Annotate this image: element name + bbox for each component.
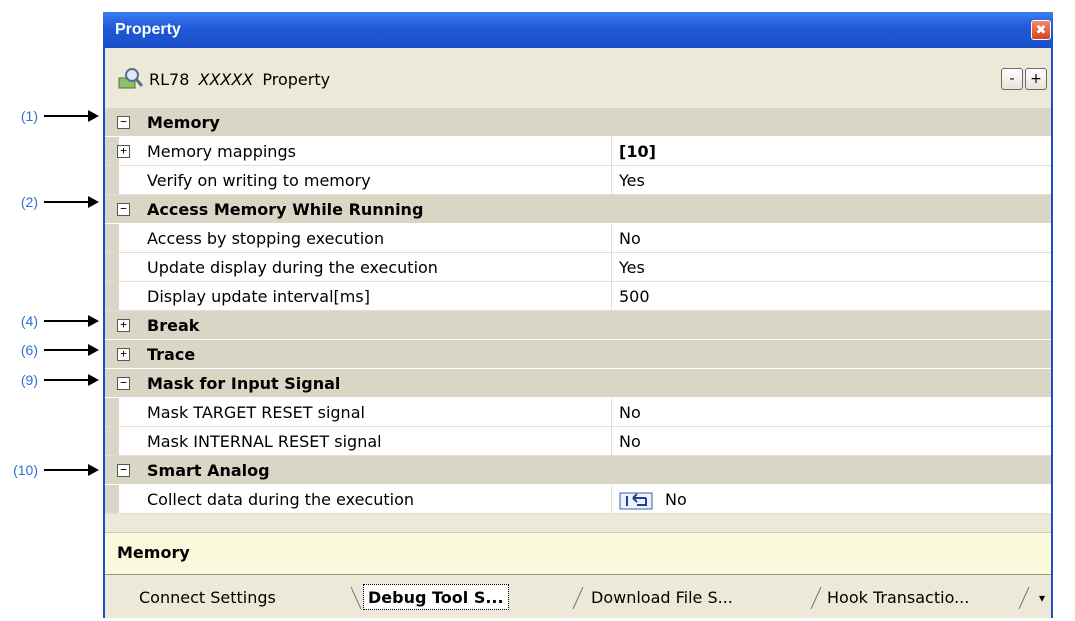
property-value[interactable]: No xyxy=(619,432,641,451)
expand-icon[interactable]: + xyxy=(117,348,130,361)
expand-icon[interactable]: + xyxy=(117,319,130,332)
collapse-icon[interactable]: − xyxy=(117,377,130,390)
callout-label: (2) xyxy=(20,194,38,210)
callout-arrow xyxy=(44,315,99,327)
category-break[interactable]: + Break xyxy=(105,311,1051,340)
property-row[interactable]: Mask INTERNAL RESET signal No xyxy=(105,427,1051,456)
category-smart-analog[interactable]: − Smart Analog xyxy=(105,456,1051,485)
category-label: Mask for Input Signal xyxy=(147,374,341,393)
callout-arrow xyxy=(44,344,99,356)
callout-arrow xyxy=(44,374,99,386)
property-row[interactable]: Verify on writing to memory Yes xyxy=(105,166,1051,195)
plus-icon: + xyxy=(1030,71,1042,87)
tab-list-dropdown-icon[interactable]: ▾ xyxy=(1039,591,1045,605)
device-name: RL78 xyxy=(149,70,190,89)
property-value[interactable]: No xyxy=(619,490,687,510)
property-row[interactable]: Update display during the execution Yes xyxy=(105,253,1051,282)
property-value[interactable]: [10] xyxy=(619,142,656,161)
property-name: Display update interval[ms] xyxy=(147,287,370,306)
minus-icon: - xyxy=(1009,71,1015,87)
category-label: Break xyxy=(147,316,200,335)
callout-arrow xyxy=(44,196,99,208)
description-title: Memory xyxy=(117,543,190,562)
device-placeholder: XXXXX xyxy=(198,70,254,89)
reset-default-icon[interactable] xyxy=(619,492,653,510)
property-subject: RL78 XXXXX Property xyxy=(149,70,330,89)
callout-4: (4) xyxy=(0,311,100,331)
property-value[interactable]: Yes xyxy=(619,258,645,277)
close-icon: ✖ xyxy=(1035,22,1047,38)
property-name: Collect data during the execution xyxy=(147,490,414,509)
property-value[interactable]: No xyxy=(619,229,641,248)
callout-label: (4) xyxy=(20,313,38,329)
property-row[interactable]: + Memory mappings [10] xyxy=(105,137,1051,166)
title-bar[interactable]: Property ✖ xyxy=(103,12,1053,48)
property-row[interactable]: Mask TARGET RESET signal No xyxy=(105,398,1051,427)
property-name: Mask INTERNAL RESET signal xyxy=(147,432,382,451)
property-row[interactable]: Access by stopping execution No xyxy=(105,224,1051,253)
property-name: Mask TARGET RESET signal xyxy=(147,403,365,422)
callout-1: (1) xyxy=(0,106,100,126)
callout-label: (10) xyxy=(13,462,38,478)
tab-separator xyxy=(810,586,822,610)
property-value-text: No xyxy=(665,490,687,509)
tab-separator xyxy=(350,586,362,610)
tab-strip: Connect Settings Debug Tool S... Downloa… xyxy=(105,574,1051,618)
callout-label: (9) xyxy=(20,372,38,388)
property-header: RL78 XXXXX Property - + xyxy=(105,48,1051,108)
tab-connect-settings[interactable]: Connect Settings xyxy=(139,583,276,611)
collapse-icon[interactable]: − xyxy=(117,464,130,477)
property-name: Verify on writing to memory xyxy=(147,171,371,190)
property-value[interactable]: 500 xyxy=(619,287,650,306)
property-icon xyxy=(118,68,143,89)
category-label: Memory xyxy=(147,113,220,132)
callout-10: (10) xyxy=(0,460,100,480)
category-mask-for-input-signal[interactable]: − Mask for Input Signal xyxy=(105,369,1051,398)
category-trace[interactable]: + Trace xyxy=(105,340,1051,369)
category-label: Trace xyxy=(147,345,196,364)
property-value[interactable]: Yes xyxy=(619,171,645,190)
category-access-memory-while-running[interactable]: − Access Memory While Running xyxy=(105,195,1051,224)
callout-2: (2) xyxy=(0,192,100,212)
property-row[interactable]: Display update interval[ms] 500 xyxy=(105,282,1051,311)
property-grid: − Memory + Memory mappings [10] Verify o… xyxy=(105,108,1051,514)
category-memory[interactable]: − Memory xyxy=(105,108,1051,137)
description-pane: Memory xyxy=(105,532,1051,574)
property-name: Update display during the execution xyxy=(147,258,438,277)
tab-hook-transaction-settings[interactable]: Hook Transactio... xyxy=(827,583,969,611)
collapse-all-button[interactable]: - xyxy=(1001,68,1023,90)
panel-title: Property xyxy=(115,21,181,38)
callout-6: (6) xyxy=(0,340,100,360)
callout-label: (1) xyxy=(20,108,38,124)
property-panel: Property ✖ RL78 XXXXX Property - + − Mem… xyxy=(103,12,1053,618)
tab-separator xyxy=(1018,586,1030,610)
expand-all-button[interactable]: + xyxy=(1025,68,1047,90)
close-button[interactable]: ✖ xyxy=(1031,20,1051,40)
tab-download-file-settings[interactable]: Download File S... xyxy=(591,583,733,611)
property-name: Memory mappings xyxy=(147,142,296,161)
collapse-icon[interactable]: − xyxy=(117,116,130,129)
collapse-icon[interactable]: − xyxy=(117,203,130,216)
callout-label: (6) xyxy=(20,342,38,358)
tab-separator xyxy=(572,586,584,610)
property-value[interactable]: No xyxy=(619,403,641,422)
callout-9: (9) xyxy=(0,370,100,390)
category-label: Access Memory While Running xyxy=(147,200,424,219)
tab-debug-tool-settings[interactable]: Debug Tool S... xyxy=(363,584,509,610)
property-name: Access by stopping execution xyxy=(147,229,385,248)
callout-arrow xyxy=(44,110,99,122)
property-word: Property xyxy=(262,70,331,89)
callout-arrow xyxy=(44,464,99,476)
category-label: Smart Analog xyxy=(147,461,270,480)
property-row[interactable]: Collect data during the execution No xyxy=(105,485,1051,514)
expand-icon[interactable]: + xyxy=(117,145,130,158)
